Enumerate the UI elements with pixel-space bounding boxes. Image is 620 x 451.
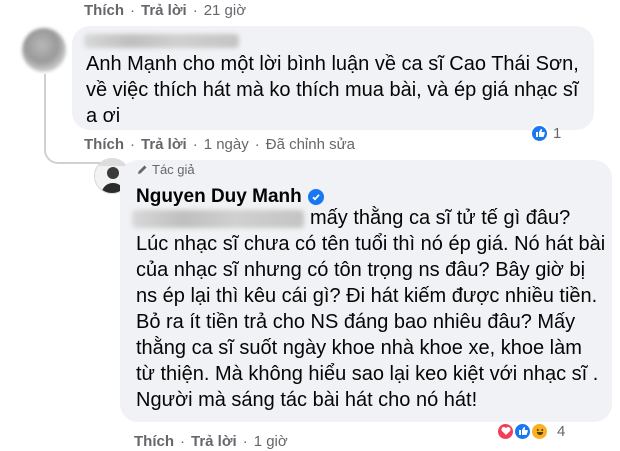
author-badge-label: Tác giả [152,162,195,177]
like-link[interactable]: Thích [84,2,124,19]
comment-time[interactable]: 1 ngày [204,136,249,153]
like-link[interactable]: Thích [84,136,124,153]
author-name-text[interactable]: Nguyen Duy Manh [136,186,302,208]
reply-time[interactable]: 1 giờ [254,433,288,450]
like-icon [530,123,549,143]
author-name[interactable]: Nguyen Duy Manh [136,186,324,208]
edited-label: Đã chỉnh sửa [265,135,355,153]
comment-text: Anh Mạnh cho một lời bình luận về ca sĩ … [86,53,579,127]
separator-dot: · [180,432,185,450]
avatar-blurred[interactable] [22,28,66,72]
reply-bubble: Tác giả Nguyen Duy Manh mấy thằng ca sĩ … [120,160,612,422]
separator-dot: · [192,1,198,19]
comment-actions: Thích · Trả lời · 1 ngày · Đã chỉnh sửa [84,134,355,154]
separator-dot: · [130,1,135,19]
reply-first-line: mấy thằng ca sĩ tử tế gì đâu? [310,207,571,229]
reply-link[interactable]: Trả lời [141,136,187,153]
comment-time[interactable]: 21 giờ [204,2,246,19]
reply-link[interactable]: Trả lời [191,433,237,450]
separator-dot: · [242,432,248,450]
reply-link[interactable]: Trả lời [141,2,187,19]
haha-icon [530,421,549,441]
reaction-count: 4 [557,422,566,440]
separator-dot: · [254,135,260,153]
separator-dot: · [130,135,135,153]
separator-dot: · [192,135,198,153]
reply-actions: Thích · Trả lời · 1 giờ [134,431,288,451]
comment-bubble: Anh Mạnh cho một lời bình luận về ca sĩ … [72,26,594,130]
like-link[interactable]: Thích [134,433,174,450]
verified-badge-icon [307,189,324,205]
pen-icon [138,165,147,174]
reaction-summary[interactable]: 4 [496,420,565,442]
tagged-name-blurred[interactable] [132,210,304,228]
comment-top-actions: Thích · Trả lời · 21 giờ [84,0,246,20]
reply-text: Lúc nhạc sĩ chưa có tên tuổi thì nó ép g… [136,233,606,411]
author-badge: Tác giả [136,162,195,177]
commenter-name-blurred[interactable] [84,34,239,48]
reaction-count: 1 [553,124,562,142]
reaction-summary[interactable]: 1 [530,123,561,143]
